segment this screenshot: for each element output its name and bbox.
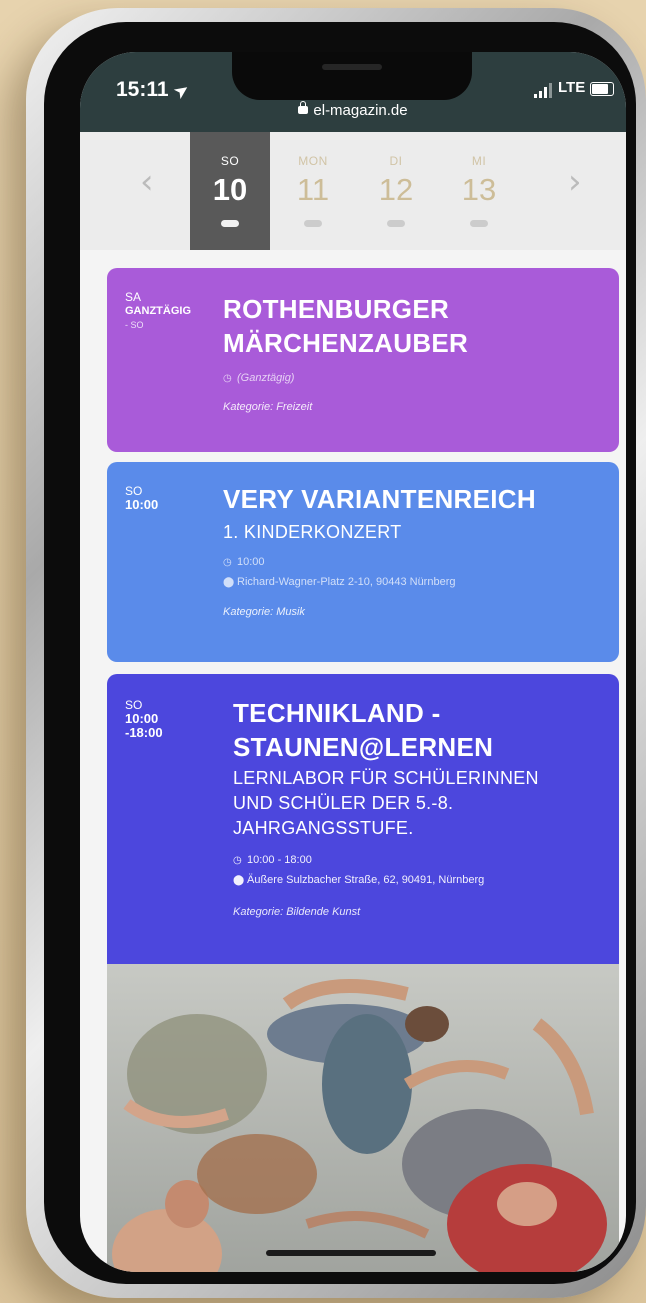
event-time: ◷ 10:00 — [223, 556, 265, 568]
event-location: ⬤ Äußere Sulzbacher Straße, 62, 90491, Nü… — [233, 874, 485, 886]
prev-day-button[interactable]: ‹ — [140, 162, 154, 202]
event-indicator — [470, 220, 488, 227]
event-date-label: SO 10:00 -18:00 — [125, 698, 163, 740]
map-pin-icon: ⬤ — [223, 577, 235, 588]
event-location: ⬤ Richard-Wagner-Platz 2-10, 90443 Nürnbe… — [223, 576, 456, 588]
event-date-label: SA GANZTÄGIG - SO — [125, 290, 191, 330]
event-category: Kategorie: Musik — [223, 606, 305, 618]
event-category: Kategorie: Freizeit — [223, 401, 313, 413]
next-day-button[interactable]: › — [568, 162, 582, 202]
event-time: ◷ 10:00 - 18:00 — [233, 854, 312, 866]
map-pin-icon: ⬤ — [233, 875, 245, 886]
date-navigation: ‹ SO 10 MON 11 DI 12 MI 13 › — [80, 132, 626, 250]
date-tab-di-12[interactable]: DI 12 — [356, 132, 436, 250]
phone-screen: 15:11 ➤ LTE el-magazin.de ‹ SO 10 MON 11 … — [80, 52, 626, 1272]
weekday-label: SO — [220, 154, 240, 168]
clock-icon: ◷ — [233, 855, 242, 866]
url-text: el-magazin.de — [313, 102, 408, 119]
battery-icon — [590, 82, 614, 96]
weekday-label: MON — [298, 154, 328, 168]
date-tab-mi-13[interactable]: MI 13 — [439, 132, 519, 250]
event-indicator — [387, 220, 405, 227]
day-number: 11 — [296, 172, 330, 207]
event-card-techniklands[interactable]: SO 10:00 -18:00 TECHNIKLAND - STAUNEN@LE… — [107, 674, 619, 984]
event-title: TECHNIKLAND - STAUNEN@LERNEN — [233, 698, 494, 762]
speaker — [322, 64, 382, 70]
lock-icon — [298, 101, 309, 114]
event-subtitle: LERNLABOR FÜR SCHÜLERINNEN UND SCHÜLER D… — [233, 768, 539, 838]
event-card-very-variantenreich[interactable]: SO 10:00 VERY VARIANTENREICH 1. KINDERKO… — [107, 462, 619, 662]
event-card-rothenburger[interactable]: SA GANZTÄGIG - SO ROTHENBURGER MÄRCHENZA… — [107, 268, 619, 452]
network-label: LTE — [558, 79, 586, 96]
event-date-label: SO 10:00 — [125, 484, 159, 512]
date-tab-mon-11[interactable]: MON 11 — [273, 132, 353, 250]
event-indicator — [304, 220, 322, 227]
event-indicator — [221, 220, 239, 227]
weekday-label: MI — [471, 154, 487, 168]
clock-display: 15:11 ➤ — [116, 78, 192, 103]
status-bar: 15:11 ➤ LTE el-magazin.de — [80, 52, 626, 132]
event-title: VERY VARIANTENREICH — [223, 484, 536, 514]
weekday-label: DI — [389, 154, 403, 168]
url-bar[interactable]: el-magazin.de — [80, 101, 626, 119]
clock-icon: ◷ — [223, 373, 232, 384]
location-arrow-icon: ➤ — [171, 80, 192, 103]
day-number: 12 — [378, 172, 414, 207]
signal-icon — [534, 82, 556, 98]
date-tab-so-10[interactable]: SO 10 — [190, 132, 270, 250]
clock-icon: ◷ — [223, 557, 232, 568]
day-number: 10 — [212, 172, 248, 207]
event-image[interactable] — [107, 964, 619, 1272]
event-time: ◷ (Ganztägig) — [223, 372, 295, 384]
home-indicator[interactable] — [266, 1250, 436, 1256]
notch — [232, 52, 472, 100]
event-subtitle: 1. KINDERKONZERT — [223, 522, 402, 542]
event-title: ROTHENBURGER MÄRCHENZAUBER — [223, 294, 469, 358]
event-category: Kategorie: Bildende Kunst — [233, 906, 361, 918]
day-number: 13 — [461, 172, 497, 207]
